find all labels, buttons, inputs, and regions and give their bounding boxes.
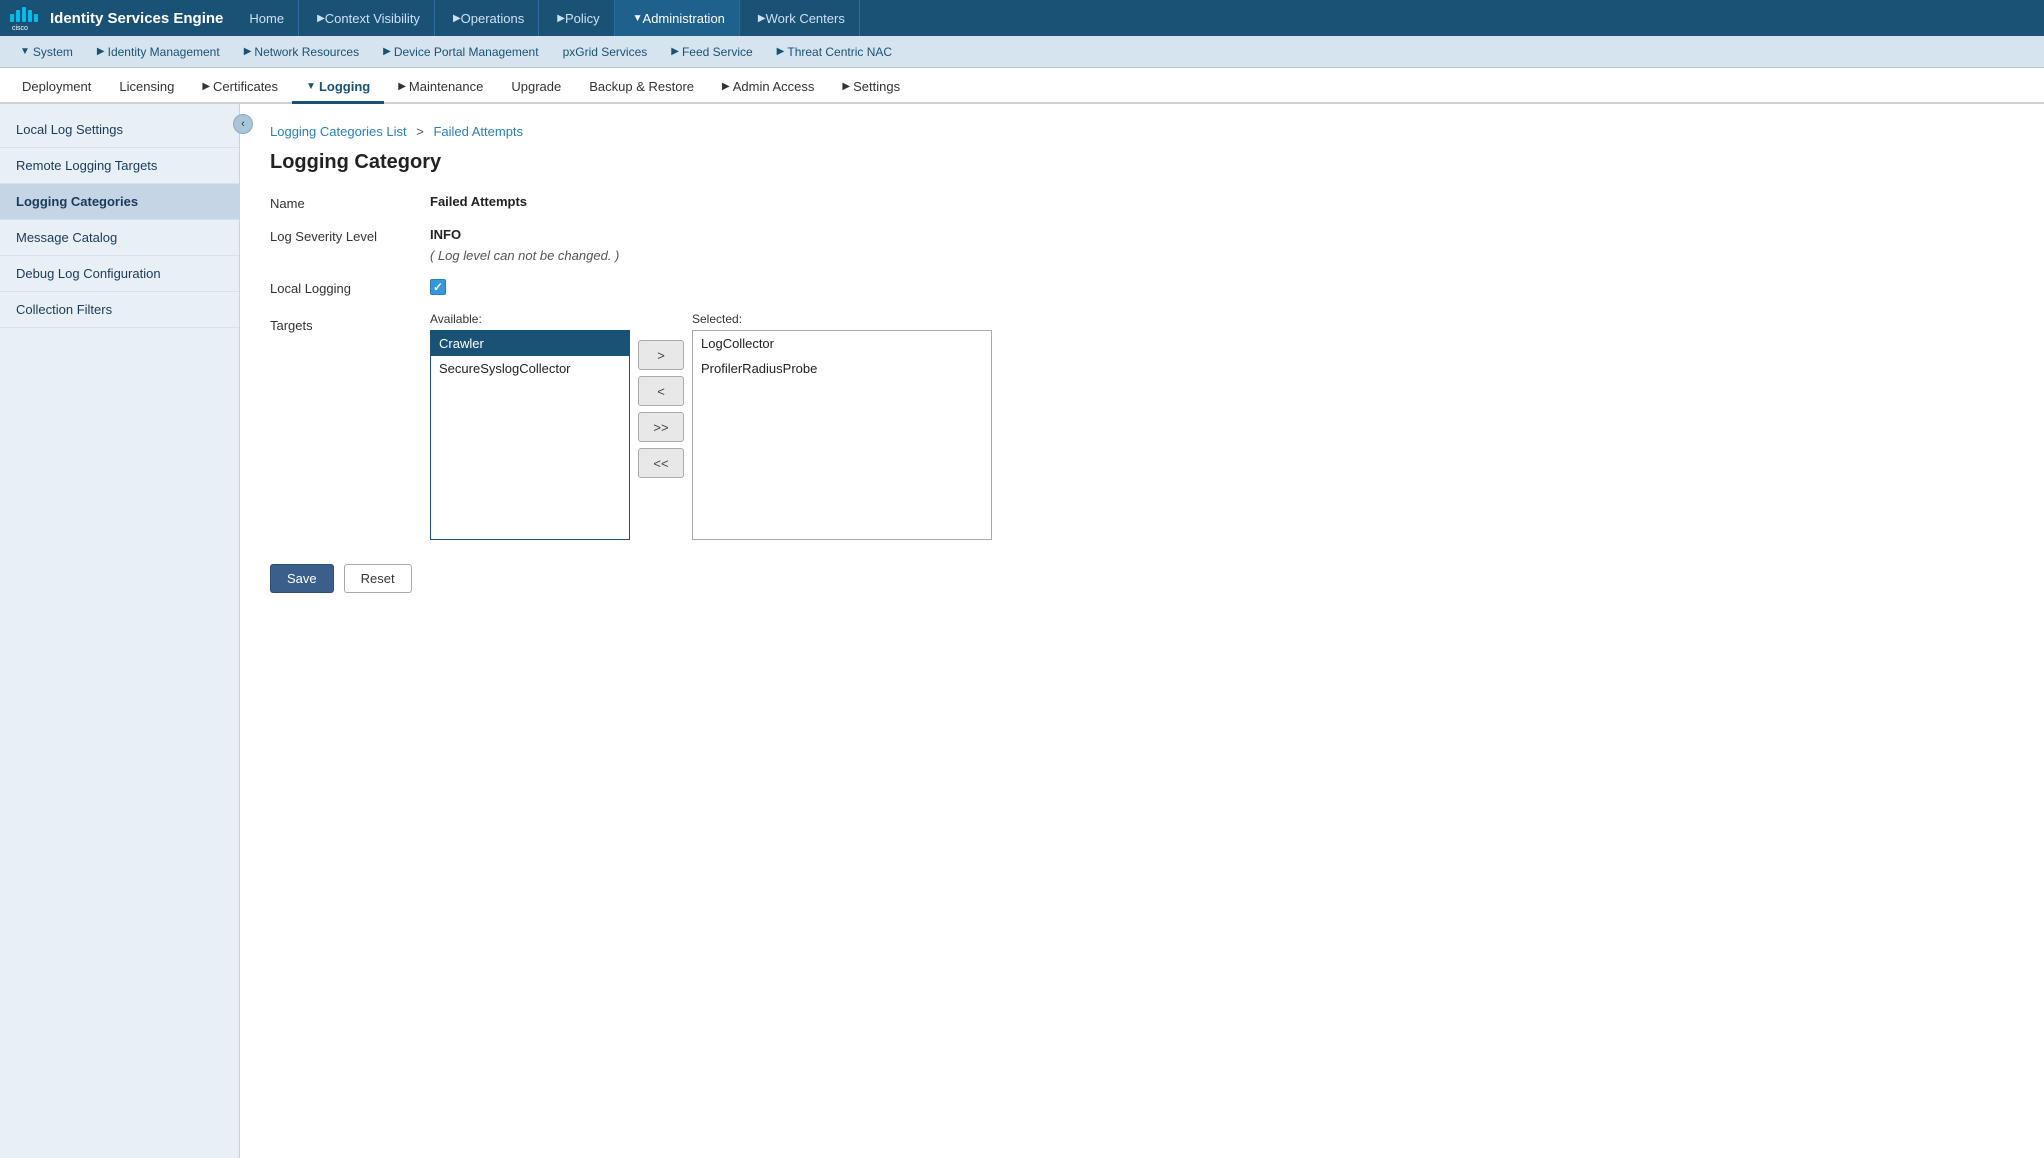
breadcrumb-current: Failed Attempts — [433, 124, 523, 139]
nav-system[interactable]: ▼System — [8, 36, 85, 67]
tab-settings[interactable]: ▶Settings — [828, 72, 914, 104]
second-navigation: ▼System ▶Identity Management ▶Network Re… — [0, 36, 2044, 68]
svg-text:cisco: cisco — [12, 25, 28, 32]
product-name: Identity Services Engine — [50, 10, 223, 27]
tab-deployment[interactable]: Deployment — [8, 72, 105, 104]
move-all-right-button[interactable]: >> — [638, 412, 684, 442]
tab-certificates[interactable]: ▶Certificates — [188, 72, 292, 104]
form-row-name: Name Failed Attempts — [270, 194, 2014, 211]
selected-list-container: Selected: LogCollector ProfilerRadiusPro… — [692, 312, 992, 540]
severity-content: INFO ( Log level can not be changed. ) — [430, 227, 619, 263]
nav-policy[interactable]: ▶Policy — [539, 0, 614, 36]
available-list-box[interactable]: Crawler SecureSyslogCollector — [430, 330, 630, 540]
transfer-buttons: > < >> << — [638, 312, 684, 478]
sidebar-item-logging-categories[interactable]: Logging Categories — [0, 184, 239, 220]
selected-item-log-collector[interactable]: LogCollector — [693, 331, 991, 356]
form-row-severity: Log Severity Level INFO ( Log level can … — [270, 227, 2014, 263]
nav-work-centers[interactable]: ▶Work Centers — [740, 0, 860, 36]
nav-pxgrid[interactable]: pxGrid Services — [551, 36, 660, 67]
selected-item-profiler-radius[interactable]: ProfilerRadiusProbe — [693, 356, 991, 381]
move-left-button[interactable]: < — [638, 376, 684, 406]
targets-label: Targets — [270, 312, 430, 333]
nav-network-resources[interactable]: ▶Network Resources — [232, 36, 371, 67]
save-button[interactable]: Save — [270, 564, 334, 593]
move-all-left-button[interactable]: << — [638, 448, 684, 478]
sidebar: ‹ Local Log Settings Remote Logging Targ… — [0, 104, 240, 1158]
nav-administration[interactable]: ▼Administration — [615, 0, 740, 36]
content-area: Logging Categories List > Failed Attempt… — [240, 104, 2044, 1158]
top-navigation: cisco Identity Services Engine Home ▶Con… — [0, 0, 2044, 36]
sidebar-item-local-log-settings[interactable]: Local Log Settings — [0, 112, 239, 148]
local-logging-checkbox[interactable]: ✓ — [430, 279, 446, 295]
nav-identity-management[interactable]: ▶Identity Management — [85, 36, 232, 67]
breadcrumb: Logging Categories List > Failed Attempt… — [270, 124, 2014, 139]
nav-context-visibility[interactable]: ▶Context Visibility — [299, 0, 435, 36]
nav-threat-centric[interactable]: ▶Threat Centric NAC — [765, 36, 904, 67]
top-nav-items: Home ▶Context Visibility ▶Operations ▶Po… — [235, 0, 859, 36]
name-label: Name — [270, 194, 430, 211]
form-row-local-logging: Local Logging ✓ — [270, 279, 2014, 296]
sidebar-item-collection-filters[interactable]: Collection Filters — [0, 292, 239, 328]
nav-home[interactable]: Home — [235, 0, 299, 36]
checkmark-icon: ✓ — [433, 280, 443, 294]
nav-feed-service[interactable]: ▶Feed Service — [659, 36, 764, 67]
breadcrumb-parent-link[interactable]: Logging Categories List — [270, 124, 407, 139]
tab-maintenance[interactable]: ▶Maintenance — [384, 72, 497, 104]
sidebar-item-message-catalog[interactable]: Message Catalog — [0, 220, 239, 256]
available-item-secure-syslog[interactable]: SecureSyslogCollector — [431, 356, 629, 381]
logo: cisco Identity Services Engine — [8, 4, 223, 32]
breadcrumb-separator: > — [416, 124, 424, 139]
name-value: Failed Attempts — [430, 194, 527, 209]
targets-content: Available: Crawler SecureSyslogCollector… — [430, 312, 992, 540]
action-buttons: Save Reset — [270, 564, 2014, 593]
available-label: Available: — [430, 312, 630, 326]
move-right-button[interactable]: > — [638, 340, 684, 370]
nav-operations[interactable]: ▶Operations — [435, 0, 539, 36]
tab-backup-restore[interactable]: Backup & Restore — [575, 72, 708, 104]
tab-licensing[interactable]: Licensing — [105, 72, 188, 104]
sidebar-collapse-button[interactable]: ‹ — [233, 114, 253, 134]
cisco-logo-icon: cisco — [8, 4, 44, 32]
tab-upgrade[interactable]: Upgrade — [497, 72, 575, 104]
tab-logging[interactable]: ▼Logging — [292, 72, 384, 104]
tab-admin-access[interactable]: ▶Admin Access — [708, 72, 828, 104]
available-item-crawler[interactable]: Crawler — [431, 331, 629, 356]
page-title: Logging Category — [270, 151, 2014, 174]
selected-list-box[interactable]: LogCollector ProfilerRadiusProbe — [692, 330, 992, 540]
severity-label: Log Severity Level — [270, 227, 430, 244]
severity-value: INFO — [430, 227, 619, 242]
nav-device-portal[interactable]: ▶Device Portal Management — [371, 36, 550, 67]
local-logging-label: Local Logging — [270, 279, 430, 296]
main-layout: ‹ Local Log Settings Remote Logging Targ… — [0, 104, 2044, 1158]
sidebar-item-debug-log-configuration[interactable]: Debug Log Configuration — [0, 256, 239, 292]
log-level-note: ( Log level can not be changed. ) — [430, 248, 619, 263]
selected-label: Selected: — [692, 312, 992, 326]
available-list-container: Available: Crawler SecureSyslogCollector — [430, 312, 630, 540]
tab-navigation: Deployment Licensing ▶Certificates ▼Logg… — [0, 68, 2044, 104]
form-row-targets: Targets Available: Crawler SecureSyslogC… — [270, 312, 2014, 540]
sidebar-item-remote-logging-targets[interactable]: Remote Logging Targets — [0, 148, 239, 184]
reset-button[interactable]: Reset — [344, 564, 412, 593]
